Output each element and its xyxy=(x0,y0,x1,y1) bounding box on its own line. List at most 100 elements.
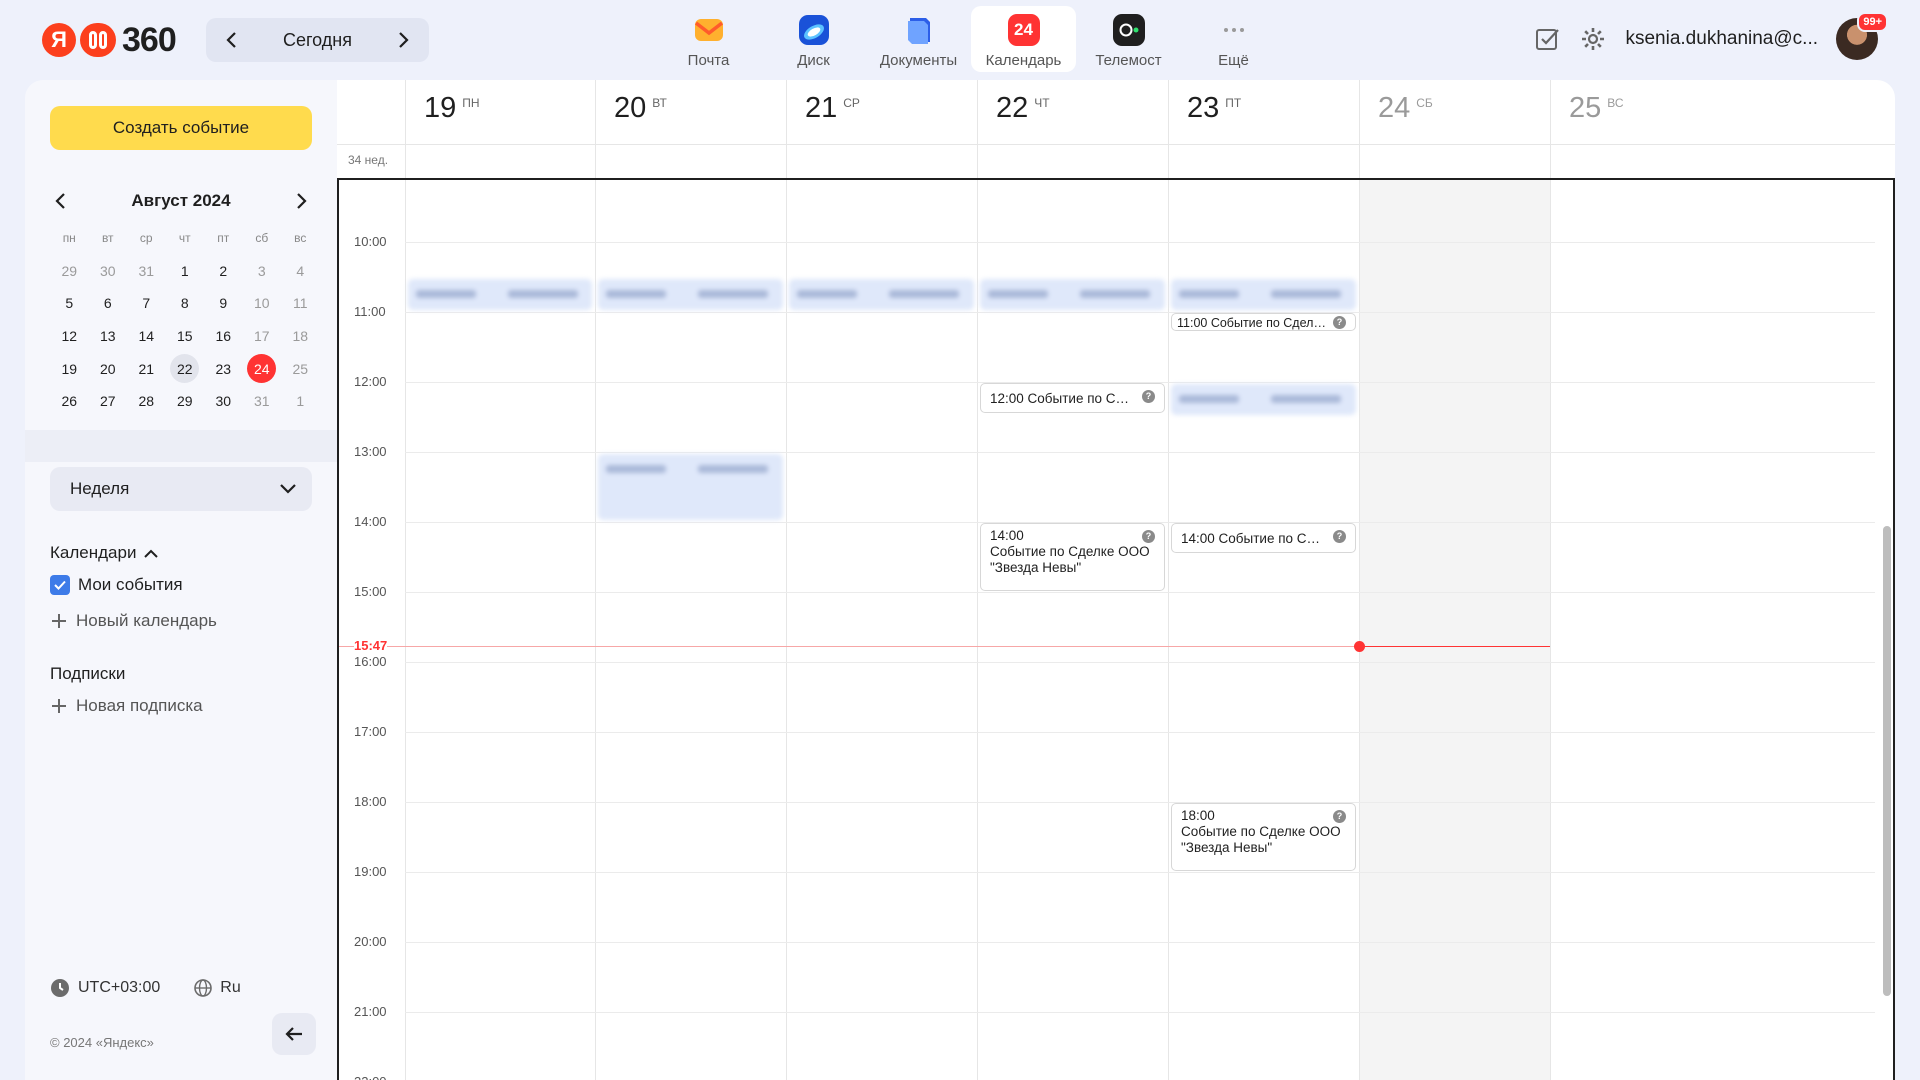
mini-day[interactable]: 14 xyxy=(127,322,166,351)
app-telemost[interactable]: Телемост xyxy=(1076,6,1181,72)
mini-day[interactable]: 25 xyxy=(281,354,320,383)
language-button[interactable]: Ru xyxy=(194,979,241,997)
mini-day[interactable]: 27 xyxy=(89,387,128,416)
today-button[interactable]: Сегодня xyxy=(283,30,352,51)
tasks-button[interactable] xyxy=(1533,25,1561,53)
calendars-section-toggle[interactable]: Календари xyxy=(50,543,159,563)
chevron-up-icon xyxy=(144,549,159,558)
mini-day[interactable]: 21 xyxy=(127,354,166,383)
day-header[interactable]: 23 ПТ xyxy=(1168,80,1359,144)
mini-day[interactable]: 30 xyxy=(89,256,128,285)
mini-day[interactable]: 18 xyxy=(281,322,320,351)
mini-day[interactable]: 9 xyxy=(204,289,243,318)
app-more[interactable]: Ещё xyxy=(1181,6,1286,72)
allday-cell-divider xyxy=(1550,144,1551,178)
blurred-event[interactable] xyxy=(408,278,592,310)
mini-day[interactable]: 8 xyxy=(166,289,205,318)
day-column[interactable] xyxy=(1359,180,1550,1080)
mini-day[interactable]: 12 xyxy=(50,322,89,351)
mini-day[interactable]: 30 xyxy=(204,387,243,416)
day-column[interactable] xyxy=(977,180,1168,1080)
mini-day[interactable]: 22 xyxy=(166,354,205,384)
create-event-button[interactable]: Создать событие xyxy=(50,106,312,150)
mini-day[interactable]: 10 xyxy=(243,289,282,318)
mini-day[interactable]: 28 xyxy=(127,387,166,416)
day-header[interactable]: 19 ПН xyxy=(405,80,595,144)
blurred-event[interactable] xyxy=(980,278,1165,310)
mini-day[interactable]: 13 xyxy=(89,322,128,351)
day-column[interactable] xyxy=(595,180,786,1080)
new-calendar-button[interactable]: Новый календарь xyxy=(50,611,217,631)
mini-day[interactable]: 3 xyxy=(243,256,282,285)
mini-day[interactable]: 19 xyxy=(50,354,89,383)
timezone-button[interactable]: UTC+03:00 xyxy=(50,978,160,998)
new-subscription-button[interactable]: Новая подписка xyxy=(50,696,203,716)
blurred-event[interactable] xyxy=(1171,278,1356,310)
mini-day[interactable]: 24 xyxy=(243,354,282,384)
event-title: 11:00 Событие по Сделка ... xyxy=(1177,315,1327,330)
mini-day[interactable]: 11 xyxy=(281,289,320,318)
mini-day[interactable]: 16 xyxy=(204,322,243,351)
new-calendar-label: Новый календарь xyxy=(76,611,217,630)
collapse-sidebar-button[interactable] xyxy=(272,1013,316,1055)
calendar-item-my-events[interactable]: Мои события xyxy=(50,575,183,595)
avatar[interactable]: 99+ xyxy=(1836,12,1888,60)
day-header[interactable]: 25 ВС xyxy=(1550,80,1741,144)
day-header[interactable]: 20 ВТ xyxy=(595,80,786,144)
day-column[interactable] xyxy=(786,180,977,1080)
grid-right-border xyxy=(1893,178,1895,1080)
mini-day[interactable]: 29 xyxy=(166,387,205,416)
app-calendar[interactable]: 24 Календарь xyxy=(971,6,1076,72)
blurred-event[interactable] xyxy=(789,278,974,310)
user-email[interactable]: ksenia.dukhanina@c... xyxy=(1625,28,1818,50)
app-mail[interactable]: Почта xyxy=(656,6,761,72)
scrollbar[interactable] xyxy=(1883,526,1891,996)
event-card[interactable]: 11:00 Событие по Сделка ...? xyxy=(1171,312,1356,331)
mini-day[interactable]: 17 xyxy=(243,322,282,351)
mini-day[interactable]: 4 xyxy=(281,256,320,285)
mini-day[interactable]: 31 xyxy=(127,256,166,285)
event-card[interactable]: 14:00 Событие по Сделке ООО "Звезда Невы… xyxy=(980,522,1165,591)
next-period-button[interactable] xyxy=(389,26,417,54)
event-card[interactable]: 18:00 Событие по Сделке ООО "Звезда Невы… xyxy=(1171,802,1356,871)
mini-next-month-button[interactable] xyxy=(290,190,312,212)
time-grid[interactable]: 10:00 11:00 12:00 13:00 14:00 15:00 16:00 17:00… xyxy=(337,180,1895,1080)
mini-day[interactable]: 23 xyxy=(204,354,243,383)
day-header[interactable]: 22 ЧТ xyxy=(977,80,1168,144)
checkbox-checked-icon[interactable] xyxy=(50,575,70,595)
day-header[interactable]: 24 СБ xyxy=(1359,80,1550,144)
telemost-icon xyxy=(1112,14,1145,46)
mini-day[interactable]: 26 xyxy=(50,387,89,416)
day-header[interactable]: 21 СР xyxy=(786,80,977,144)
mini-day[interactable]: 1 xyxy=(166,256,205,285)
mini-day[interactable]: 7 xyxy=(127,289,166,318)
mini-day[interactable]: 5 xyxy=(50,289,89,318)
mini-day[interactable]: 31 xyxy=(243,387,282,416)
mini-day[interactable]: 20 xyxy=(89,354,128,383)
view-select[interactable]: Неделя xyxy=(50,467,312,511)
hour-line xyxy=(405,311,1875,313)
mini-day[interactable]: 15 xyxy=(166,322,205,351)
event-title: 14:00 Событие по Сде... xyxy=(1181,530,1327,546)
prev-period-button[interactable] xyxy=(218,26,246,54)
mini-day[interactable]: 29 xyxy=(50,256,89,285)
event-card[interactable]: 12:00 Событие по Сде...? xyxy=(980,382,1165,413)
blurred-event[interactable] xyxy=(598,278,783,310)
yandex-360-logo[interactable]: Я 360 xyxy=(42,20,177,60)
day-column[interactable] xyxy=(1550,180,1741,1080)
app-disk[interactable]: Диск xyxy=(761,6,866,72)
date-navigator: Сегодня xyxy=(206,18,429,62)
mini-day-number: 7 xyxy=(142,295,151,312)
blurred-event[interactable] xyxy=(1171,383,1356,415)
app-docs[interactable]: Документы xyxy=(866,6,971,72)
mini-prev-month-button[interactable] xyxy=(50,190,72,212)
blurred-event[interactable] xyxy=(598,453,783,520)
mini-day[interactable]: 6 xyxy=(89,289,128,318)
chevron-right-icon xyxy=(297,193,307,209)
blurred-text xyxy=(988,289,1048,298)
event-card[interactable]: 14:00 Событие по Сде...? xyxy=(1171,522,1356,553)
mini-day[interactable]: 2 xyxy=(204,256,243,285)
settings-button[interactable] xyxy=(1579,25,1607,53)
day-column[interactable] xyxy=(405,180,595,1080)
mini-day[interactable]: 1 xyxy=(281,387,320,416)
